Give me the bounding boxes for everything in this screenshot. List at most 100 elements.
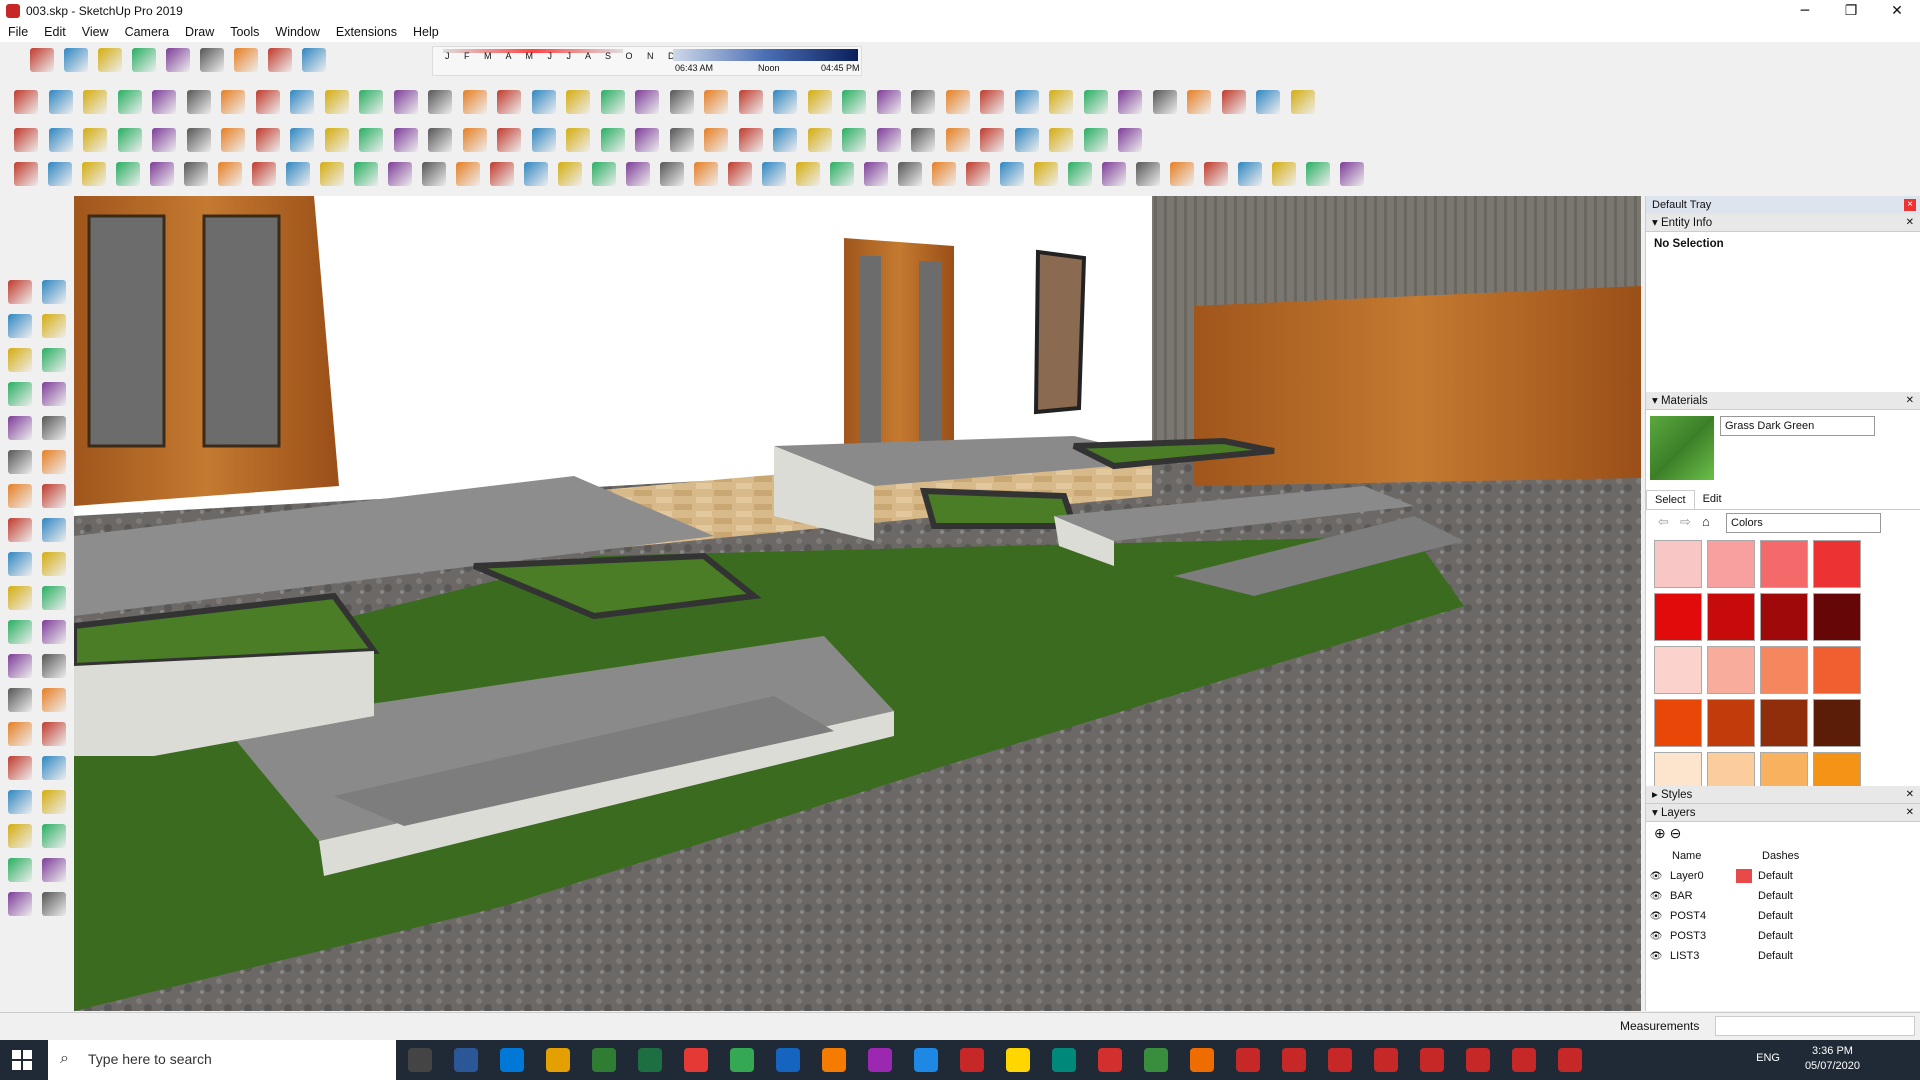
toolbar-tool-icon[interactable] [98,48,122,72]
toolbar-tool-icon[interactable] [14,90,38,114]
toolbar-tool-icon[interactable] [1256,90,1280,114]
toolbar-tool-icon[interactable] [1136,162,1160,186]
taskbar-app-icon[interactable] [1052,1048,1076,1072]
left-tool-icon[interactable] [8,688,32,712]
toolbar-tool-icon[interactable] [635,90,659,114]
menu-view[interactable]: View [74,25,117,39]
language-indicator[interactable]: ENG [1756,1052,1780,1064]
toolbar-tool-icon[interactable] [1049,128,1073,152]
left-tool-icon[interactable] [8,280,32,304]
toolbar-tool-icon[interactable] [1118,90,1142,114]
toolbar-tool-icon[interactable] [186,90,211,114]
layer-row[interactable]: 👁 LIST3 Default [1646,946,1920,966]
taskbar-app-icon[interactable] [1374,1048,1398,1072]
toolbar-tool-icon[interactable] [200,48,224,72]
toolbar-tool-icon[interactable] [1083,128,1108,152]
toolbar-tool-icon[interactable] [945,90,970,114]
layer-row[interactable]: 👁 POST3 Default [1646,926,1920,946]
toolbar-tool-icon[interactable] [558,162,582,186]
layer-color[interactable] [1736,929,1752,943]
menu-camera[interactable]: Camera [117,25,177,39]
toolbar-tool-icon[interactable] [531,90,556,114]
left-tool-icon[interactable] [42,620,66,644]
toolbar-tool-icon[interactable] [255,128,280,152]
color-swatch[interactable] [1813,593,1861,641]
toolbar-tool-icon[interactable] [669,128,694,152]
toolbar-tool-icon[interactable] [428,128,452,152]
left-tool-icon[interactable] [8,586,32,610]
toolbar-tool-icon[interactable] [966,162,990,186]
toolbar-tool-icon[interactable] [626,162,650,186]
3d-viewport[interactable] [74,196,1641,1011]
back-arrow-icon[interactable]: ⇦ [1658,514,1669,530]
toolbar-tool-icon[interactable] [1083,90,1108,114]
left-tool-icon[interactable] [42,348,66,372]
left-tool-icon[interactable] [8,348,32,372]
toolbar-tool-icon[interactable] [186,128,211,152]
toolbar-tool-icon[interactable] [1290,90,1315,114]
toolbar-tool-icon[interactable] [152,90,176,114]
toolbar-tool-icon[interactable] [14,128,38,152]
toolbar-tool-icon[interactable] [876,128,901,152]
toolbar-tool-icon[interactable] [898,162,922,186]
toolbar-tool-icon[interactable] [1014,128,1039,152]
toolbar-tool-icon[interactable] [48,128,73,152]
toolbar-tool-icon[interactable] [694,162,718,186]
left-tool-icon[interactable] [8,416,32,440]
toolbar-tool-icon[interactable] [704,90,728,114]
left-tool-icon[interactable] [8,552,32,576]
toolbar-tool-icon[interactable] [82,162,106,186]
materials-close-icon[interactable]: ✕ [1906,392,1914,410]
color-swatch[interactable] [1760,593,1808,641]
color-swatch[interactable] [1813,646,1861,694]
color-swatch[interactable] [1707,646,1755,694]
color-swatch[interactable] [1654,752,1702,786]
toolbar-tool-icon[interactable] [762,162,786,186]
left-tool-icon[interactable] [8,382,32,406]
toolbar-tool-icon[interactable] [117,128,142,152]
layers-header[interactable]: ▾ Layers ✕ [1646,804,1920,822]
left-tool-icon[interactable] [42,688,66,712]
toolbar-tool-icon[interactable] [796,162,820,186]
taskbar-search[interactable]: ⌕ Type here to search [48,1040,396,1080]
left-tool-icon[interactable] [42,382,66,406]
measurements-input[interactable] [1715,1016,1915,1036]
styles-header[interactable]: ▸ Styles ✕ [1646,786,1920,804]
left-tool-icon[interactable] [8,620,32,644]
left-tool-icon[interactable] [42,484,66,508]
left-tool-icon[interactable] [8,790,32,814]
toolbar-tool-icon[interactable] [83,90,107,114]
left-tool-icon[interactable] [8,314,32,338]
toolbar-tool-icon[interactable] [462,128,487,152]
toolbar-tool-icon[interactable] [876,90,901,114]
left-tool-icon[interactable] [8,654,32,678]
toolbar-tool-icon[interactable] [1170,162,1194,186]
toolbar-tool-icon[interactable] [490,162,514,186]
toolbar-tool-icon[interactable] [945,128,970,152]
left-tool-icon[interactable] [8,450,32,474]
toolbar-tool-icon[interactable] [660,162,684,186]
taskbar-app-icon[interactable] [914,1048,938,1072]
toolbar-tool-icon[interactable] [268,48,292,72]
toolbar-tool-icon[interactable] [166,48,190,72]
toolbar-tool-icon[interactable] [566,90,590,114]
toolbar-tool-icon[interactable] [1000,162,1024,186]
color-swatch[interactable] [1654,699,1702,747]
toolbar-tool-icon[interactable] [1034,162,1058,186]
toolbar-tool-icon[interactable] [221,128,245,152]
toolbar-tool-icon[interactable] [320,162,344,186]
toolbar-tool-icon[interactable] [592,162,616,186]
left-tool-icon[interactable] [42,722,66,746]
left-tool-icon[interactable] [42,654,66,678]
left-tool-icon[interactable] [42,416,66,440]
left-tool-icon[interactable] [42,314,66,338]
toolbar-tool-icon[interactable] [600,128,625,152]
layer-color[interactable] [1736,889,1752,903]
taskbar-app-icon[interactable] [1144,1048,1168,1072]
toolbar-tool-icon[interactable] [64,48,88,72]
toolbar-tool-icon[interactable] [1049,90,1073,114]
toolbar-tool-icon[interactable] [152,128,176,152]
taskbar-app-icon[interactable] [454,1048,478,1072]
toolbar-tool-icon[interactable] [218,162,242,186]
taskbar-app-icon[interactable] [1190,1048,1214,1072]
